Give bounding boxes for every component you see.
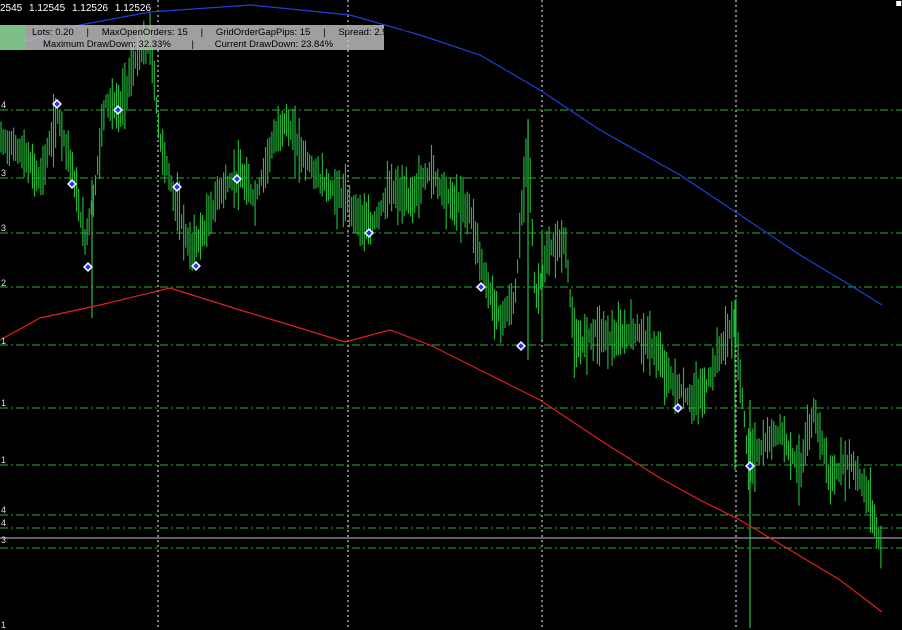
upper-moving-average xyxy=(0,4,883,306)
quote-bid: 2545 xyxy=(0,3,23,14)
max-open-orders-label: MaxOpenOrders: 15 xyxy=(101,27,188,38)
grid-order-gap-label: GridOrderGapPips: 15 xyxy=(215,27,311,38)
price-scale-label: 3 xyxy=(1,168,7,178)
price-scale-label: 1 xyxy=(1,455,7,465)
ea-info-panel: Lots: 0.20 | MaxOpenOrders: 15 | GridOrderGa… xyxy=(26,25,408,50)
separator: | xyxy=(86,27,89,38)
separator: | xyxy=(191,39,194,50)
arrow-right-icon xyxy=(673,403,683,413)
price-scale-label: 1 xyxy=(1,398,7,408)
chart-window-corner: ▪ xyxy=(895,0,902,9)
vertical-grid xyxy=(157,0,737,628)
price-scale-label: 2 xyxy=(1,278,7,288)
price-scale-label: 4 xyxy=(1,100,7,110)
current-drawdown-label: Current DrawDown: 23.84% xyxy=(214,39,334,50)
quote-bar: 2545 1.12545 1.12526 1.12526 xyxy=(0,3,155,14)
separator: | xyxy=(200,27,204,38)
arrow-right-icon xyxy=(516,341,526,351)
panel-row-1: Lots: 0.20 | MaxOpenOrders: 15 | GridOrderGa… xyxy=(32,27,408,38)
arrow-right-icon xyxy=(67,179,77,189)
price-scale-label: 3 xyxy=(1,535,7,545)
candles xyxy=(0,12,882,628)
spread-label: Spread: 2.9 pips xyxy=(338,27,408,38)
price-scale-label: 4 xyxy=(1,505,7,515)
quote-low: 1.12526 xyxy=(71,3,109,14)
order-markers xyxy=(52,99,755,471)
max-drawdown-label: Maximum DrawDown: 32.33% xyxy=(43,39,171,50)
lots-label: Lots: 0.20 xyxy=(32,27,74,38)
price-scale-label: 1 xyxy=(1,336,7,346)
arrow-right-icon xyxy=(745,461,755,471)
price-scale-label: 1 xyxy=(1,620,7,630)
quote-close: 1.12526 xyxy=(114,3,152,14)
panel-swatch xyxy=(0,25,26,50)
price-scale-label: 4 xyxy=(1,518,7,528)
price-scale-label: 3 xyxy=(1,223,7,233)
panel-row-2: Maximum DrawDown: 32.33% | Current DrawDow… xyxy=(43,39,333,50)
grid-order-levels xyxy=(0,109,902,549)
quote-high: 1.12545 xyxy=(29,3,66,14)
price-chart[interactable] xyxy=(0,0,902,628)
separator: | xyxy=(323,27,326,38)
